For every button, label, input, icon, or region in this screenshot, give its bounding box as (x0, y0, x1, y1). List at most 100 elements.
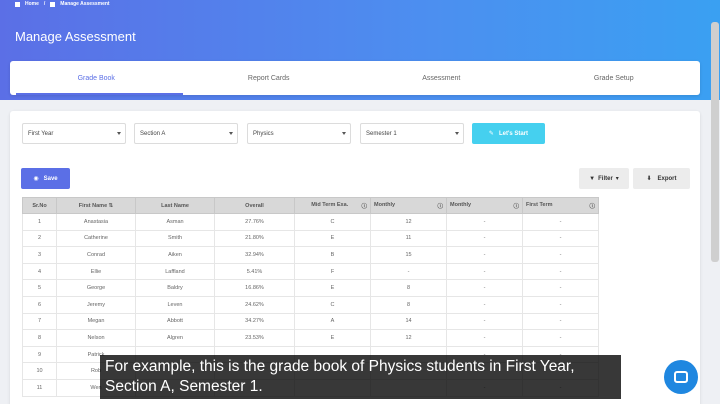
table-cell: 12 (370, 213, 447, 231)
year-select[interactable]: First Year (22, 123, 126, 144)
column-header[interactable]: First Term ⓘ (522, 197, 599, 214)
last-name-cell[interactable]: Leven (135, 295, 215, 314)
pencil-icon: ✎ (488, 131, 494, 137)
tab-report-cards[interactable]: Report Cards (183, 61, 356, 95)
breadcrumb: Home / Manage Assessment (15, 0, 110, 8)
grade-cell: C (294, 295, 371, 314)
grade-cell: E (294, 229, 371, 248)
table-cell: - (446, 279, 523, 297)
first-name-cell[interactable]: Ellie (56, 262, 136, 281)
table-cell: 14 (370, 312, 447, 331)
filter-label: Filter (598, 175, 613, 182)
grade-cell: B (294, 246, 371, 264)
grade-cell: E (294, 329, 371, 347)
table-cell: - (522, 229, 599, 248)
table-row: 4 Ellie Laffland 5.41% F - - - (22, 262, 599, 281)
table-cell: - (522, 246, 599, 264)
table-cell: - (522, 279, 599, 297)
breadcrumb-current: Manage Assessment (60, 1, 110, 7)
first-name-cell[interactable]: Catherine (56, 229, 136, 248)
first-name-cell[interactable]: Anastasia (56, 213, 136, 231)
grade-cell: A (294, 312, 371, 331)
tab-grade-setup[interactable]: Grade Setup (528, 61, 701, 95)
column-header-label: Monthly (450, 201, 472, 208)
last-name-cell[interactable]: Laffland (135, 262, 215, 281)
first-name-cell[interactable]: George (56, 279, 136, 297)
column-header-label: Monthly (374, 201, 396, 208)
last-name-cell[interactable]: Abbott (135, 312, 215, 331)
last-name-cell[interactable]: Algren (135, 329, 215, 347)
table-cell: - (446, 312, 523, 331)
table-row: 3 Conrad Aiken 32.94% B 15- - (22, 246, 599, 264)
chat-button[interactable] (664, 360, 698, 394)
table-cell: 5 (22, 279, 57, 297)
column-header[interactable]: Sr.No (22, 197, 57, 214)
table-row: 6 Jeremy Leven 24.62% C 8- - (22, 295, 599, 314)
last-name-cell[interactable]: Aiken (135, 246, 215, 264)
column-header[interactable]: Monthly ⓘ (446, 197, 523, 214)
caret-down-icon: ▾ (615, 176, 619, 182)
semester-select-value: Semester 1 (366, 130, 397, 137)
table-cell: - (446, 295, 523, 314)
column-header[interactable]: Mid Term Exa. ⓘ (294, 197, 371, 214)
table-cell: 27.76% (214, 213, 295, 231)
column-header[interactable]: Last Name (135, 197, 215, 214)
table-cell: 7 (22, 312, 57, 331)
video-subtitle: For example, this is the grade book of P… (100, 355, 621, 399)
save-label: Save (43, 175, 58, 182)
column-header[interactable]: Overall (214, 197, 295, 214)
table-row: 7 Megan Abbott 34.27% A 14- - (22, 312, 599, 331)
column-header[interactable]: First Name ⇅ (56, 197, 136, 214)
last-name-cell[interactable]: Smith (135, 229, 215, 248)
table-cell: - (522, 329, 599, 347)
table-cell: 2 (22, 229, 57, 248)
grade-cell: C (294, 213, 371, 231)
column-header-label: Mid Term Exa. (311, 201, 349, 208)
table-cell: 11 (22, 378, 57, 397)
chevron-down-icon (229, 132, 233, 135)
table-cell: 16.86% (214, 279, 295, 297)
tab-assessment[interactable]: Assessment (355, 61, 528, 95)
lets-start-button[interactable]: ✎ Let's Start (472, 123, 545, 144)
column-header-label: First Name (78, 202, 108, 209)
table-cell: - (522, 213, 599, 231)
breadcrumb-home[interactable]: Home (25, 1, 39, 7)
page-scrollbar[interactable] (711, 22, 719, 262)
info-icon[interactable]: ⓘ (513, 202, 519, 210)
tab-bar: Grade Book Report Cards Assessment Grade… (10, 61, 700, 95)
last-name-cell[interactable]: Asman (135, 213, 215, 231)
chevron-down-icon (455, 132, 459, 135)
table-cell: 4 (22, 262, 57, 281)
save-button[interactable]: ◉ Save (21, 168, 70, 189)
info-icon[interactable]: ⓘ (589, 202, 595, 210)
table-cell: 10 (22, 362, 57, 380)
section-select-value: Section A (140, 130, 166, 137)
grade-cell: F (294, 262, 371, 281)
table-cell: 5.41% (214, 262, 295, 281)
last-name-cell[interactable]: Baldry (135, 279, 215, 297)
table-row: 2 Catherine Smith 21.80% E 11- - (22, 229, 599, 248)
info-icon[interactable]: ⓘ (437, 202, 443, 210)
first-name-cell[interactable]: Conrad (56, 246, 136, 264)
semester-select[interactable]: Semester 1 (360, 123, 464, 144)
export-label: Export (657, 175, 677, 182)
table-cell: 8 (370, 279, 447, 297)
info-icon[interactable]: ⓘ (361, 202, 367, 210)
chevron-down-icon (117, 132, 121, 135)
table-cell: 32.94% (214, 246, 295, 264)
table-cell: 9 (22, 345, 57, 364)
first-name-cell[interactable]: Megan (56, 312, 136, 331)
section-select[interactable]: Section A (134, 123, 238, 144)
table-cell: 15 (370, 246, 447, 264)
filter-button[interactable]: ▼ Filter ▾ (579, 168, 629, 189)
subject-select-value: Physics (253, 130, 274, 137)
first-name-cell[interactable]: Jeremy (56, 295, 136, 314)
first-name-cell[interactable]: Nelson (56, 329, 136, 347)
table-row: 8 Nelson Algren 23.53% E 12- - (22, 329, 599, 347)
table-cell: 21.80% (214, 229, 295, 248)
tab-grade-book[interactable]: Grade Book (10, 61, 183, 95)
subject-select[interactable]: Physics (247, 123, 351, 144)
export-button[interactable]: ⬇ Export (633, 168, 690, 189)
column-header[interactable]: Monthly ⓘ (370, 197, 447, 214)
sort-icon: ⇅ (108, 202, 114, 209)
